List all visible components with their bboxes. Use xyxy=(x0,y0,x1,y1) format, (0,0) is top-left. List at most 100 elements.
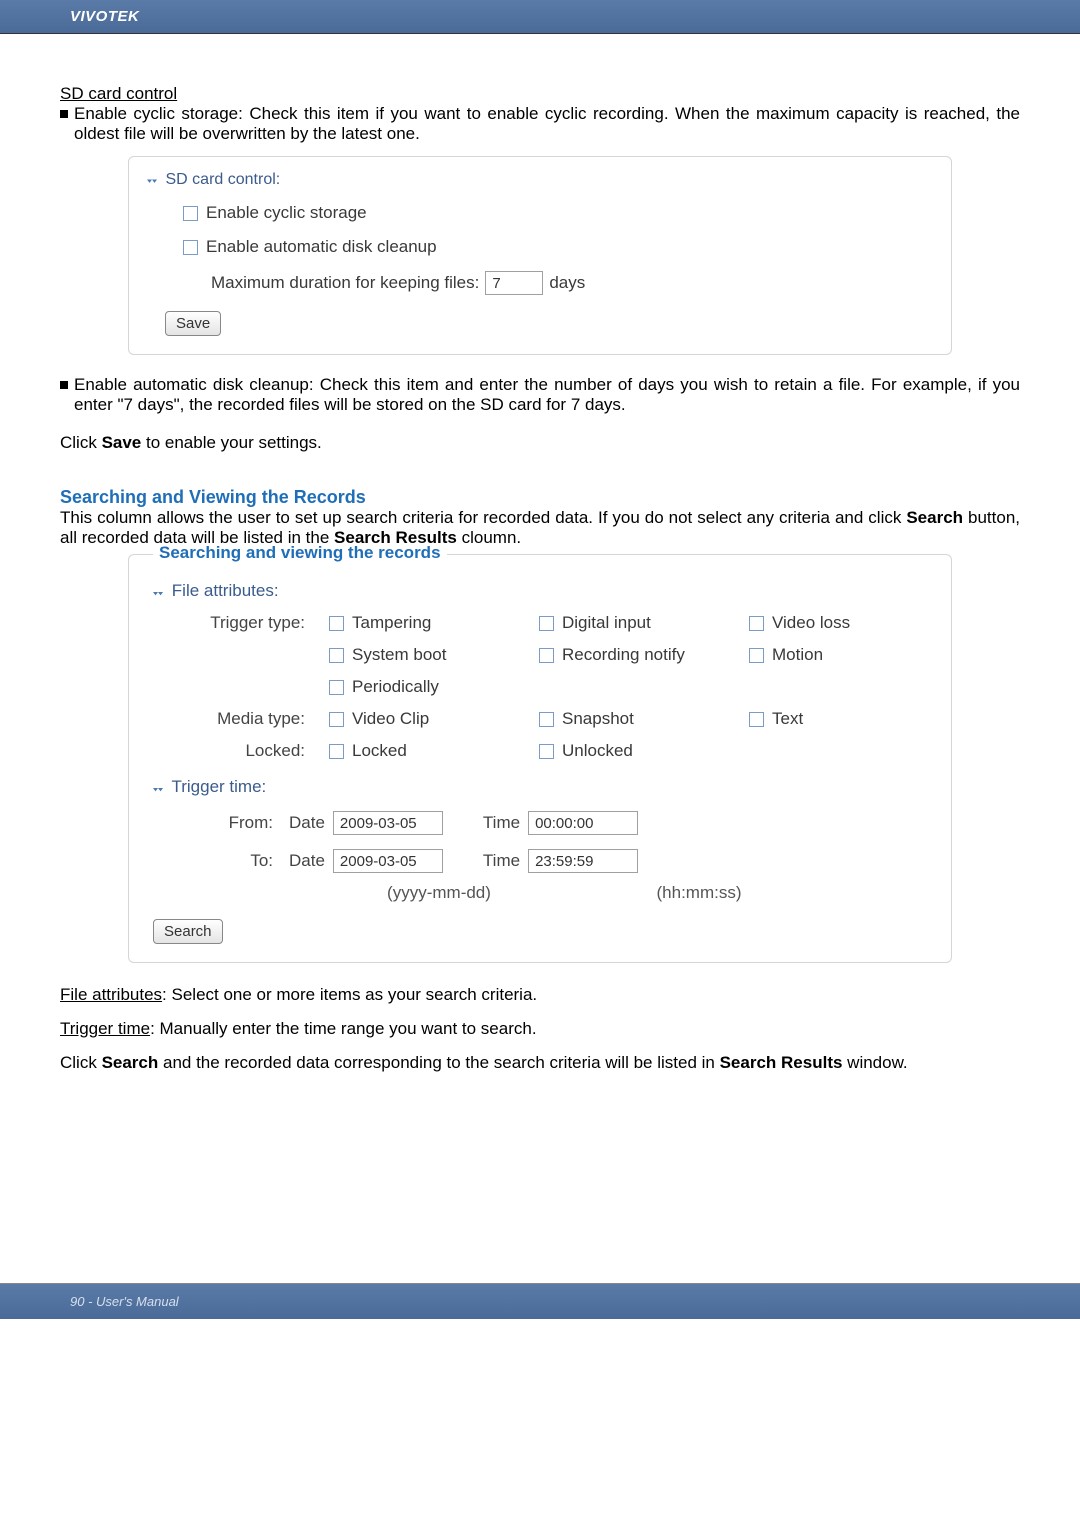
row-formats: (yyyy-mm-dd) (hh:mm:ss) xyxy=(179,883,933,903)
checkbox-periodically[interactable] xyxy=(329,680,344,695)
checkbox-system-boot[interactable] xyxy=(329,648,344,663)
fmt-date: (yyyy-mm-dd) xyxy=(289,883,589,903)
caret-icon: ▾▾ xyxy=(147,178,157,186)
checkbox-text[interactable] xyxy=(749,712,764,727)
row-trigger-type: Trigger type: Tampering Digital input Vi… xyxy=(179,613,933,633)
input-to-time[interactable] xyxy=(528,849,638,873)
input-from-date[interactable] xyxy=(333,811,443,835)
row-max-duration: Maximum duration for keeping files: days xyxy=(211,271,933,295)
sd-card-panel: ▾▾ SD card control: Enable cyclic storag… xyxy=(128,156,952,355)
bullet-cyclic-text: Enable cyclic storage: Check this item i… xyxy=(74,104,1020,144)
brand-text: VIVOTEK xyxy=(70,8,139,25)
label-time2: Time xyxy=(483,851,520,871)
opt-recording-notify: Recording notify xyxy=(562,645,685,665)
opt-tampering: Tampering xyxy=(352,613,431,633)
checkbox-digital-input[interactable] xyxy=(539,616,554,631)
label-date: Date xyxy=(289,813,325,833)
opt-locked: Locked xyxy=(352,741,407,761)
input-max-duration[interactable] xyxy=(485,271,543,295)
opt-digital-input: Digital input xyxy=(562,613,651,633)
opt-periodically: Periodically xyxy=(352,677,439,697)
checkbox-tampering[interactable] xyxy=(329,616,344,631)
opt-unlocked: Unlocked xyxy=(562,741,633,761)
row-enable-cleanup: Enable automatic disk cleanup xyxy=(183,237,933,257)
checkbox-locked[interactable] xyxy=(329,744,344,759)
checkbox-motion[interactable] xyxy=(749,648,764,663)
opt-system-boot: System boot xyxy=(352,645,447,665)
opt-snapshot: Snapshot xyxy=(562,709,634,729)
t: Save xyxy=(102,433,142,452)
bullet-icon xyxy=(60,110,68,118)
checkbox-recording-notify[interactable] xyxy=(539,648,554,663)
save-button[interactable]: Save xyxy=(165,311,221,336)
search-legend: Searching and viewing the records xyxy=(153,543,447,563)
label-trigger-type: Trigger type: xyxy=(179,613,329,633)
label-locked: Locked: xyxy=(179,741,329,761)
label-to: To: xyxy=(179,851,289,871)
row-media-type: Media type: Video Clip Snapshot Text xyxy=(179,709,933,729)
sd-card-heading: SD card control xyxy=(60,84,1020,104)
page-content: SD card control Enable cyclic storage: C… xyxy=(0,34,1080,1073)
trigger-time-title-text: Trigger time: xyxy=(171,777,266,796)
bullet-icon xyxy=(60,381,68,389)
row-locked: Locked: Locked Unlocked xyxy=(179,741,933,761)
search-button[interactable]: Search xyxy=(153,919,223,944)
fmt-time: (hh:mm:ss) xyxy=(589,883,809,903)
label-enable-cleanup: Enable automatic disk cleanup xyxy=(206,237,437,257)
search-intro: This column allows the user to set up se… xyxy=(60,508,1020,548)
bullet-cleanup: Enable automatic disk cleanup: Check thi… xyxy=(60,375,1020,415)
file-attr-title-text: File attributes: xyxy=(172,581,279,600)
click-search-desc: Click Search and the recorded data corre… xyxy=(60,1053,1020,1073)
t: Search xyxy=(102,1053,159,1072)
t: window. xyxy=(842,1053,907,1072)
t: Trigger time xyxy=(60,1019,150,1038)
t: : Select one or more items as your searc… xyxy=(162,985,537,1004)
checkbox-enable-cleanup[interactable] xyxy=(183,240,198,255)
footer-page: 90 - User's Manual xyxy=(70,1294,179,1309)
search-heading: Searching and Viewing the Records xyxy=(60,487,1020,508)
label-time: Time xyxy=(483,813,520,833)
file-attr-desc: File attributes: Select one or more item… xyxy=(60,985,1020,1005)
t: This column allows the user to set up se… xyxy=(60,508,906,527)
label-date2: Date xyxy=(289,851,325,871)
row-trigger-type3: Periodically xyxy=(179,677,933,697)
label-enable-cyclic: Enable cyclic storage xyxy=(206,203,367,223)
label-days: days xyxy=(549,273,585,293)
footer-bar: 90 - User's Manual xyxy=(0,1283,1080,1319)
opt-video-loss: Video loss xyxy=(772,613,850,633)
opt-text: Text xyxy=(772,709,803,729)
bullet-cleanup-text: Enable automatic disk cleanup: Check thi… xyxy=(74,375,1020,415)
caret-icon: ▾▾ xyxy=(153,590,163,598)
input-to-date[interactable] xyxy=(333,849,443,873)
label-media-type: Media type: xyxy=(179,709,329,729)
sd-card-panel-title: ▾▾ SD card control: xyxy=(147,171,933,189)
t: Search Results xyxy=(720,1053,843,1072)
row-trigger-type2: System boot Recording notify Motion xyxy=(179,645,933,665)
checkbox-snapshot[interactable] xyxy=(539,712,554,727)
t: Click xyxy=(60,1053,102,1072)
sd-card-panel-title-text: SD card control: xyxy=(166,171,281,188)
bullet-cyclic: Enable cyclic storage: Check this item i… xyxy=(60,104,1020,144)
checkbox-unlocked[interactable] xyxy=(539,744,554,759)
row-from: From: Date Time xyxy=(179,811,933,835)
opt-motion: Motion xyxy=(772,645,823,665)
checkbox-enable-cyclic[interactable] xyxy=(183,206,198,221)
label-from: From: xyxy=(179,813,289,833)
header-bar: VIVOTEK xyxy=(0,0,1080,34)
t: to enable your settings. xyxy=(141,433,322,452)
t: and the recorded data corresponding to t… xyxy=(158,1053,719,1072)
input-from-time[interactable] xyxy=(528,811,638,835)
t: Click xyxy=(60,433,102,452)
opt-video-clip: Video Clip xyxy=(352,709,429,729)
row-enable-cyclic: Enable cyclic storage xyxy=(183,203,933,223)
label-max-duration: Maximum duration for keeping files: xyxy=(211,273,479,293)
save-note: Click Save to enable your settings. xyxy=(60,433,1020,453)
file-attr-title: ▾▾ File attributes: xyxy=(153,581,933,601)
caret-icon: ▾▾ xyxy=(153,786,163,794)
checkbox-video-loss[interactable] xyxy=(749,616,764,631)
trigger-time-title: ▾▾ Trigger time: xyxy=(153,777,933,797)
trigger-time-desc: Trigger time: Manually enter the time ra… xyxy=(60,1019,1020,1039)
row-to: To: Date Time xyxy=(179,849,933,873)
t: : Manually enter the time range you want… xyxy=(150,1019,536,1038)
checkbox-video-clip[interactable] xyxy=(329,712,344,727)
